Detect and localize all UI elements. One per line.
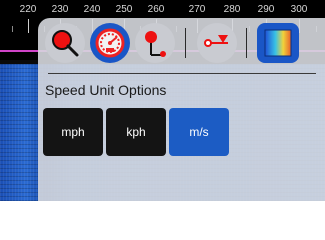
spectrogram-button[interactable]: [257, 23, 299, 63]
toolbar-divider: [185, 28, 186, 58]
panel-toolbar: [38, 18, 325, 72]
speed-unit-title: Speed Unit Options: [45, 82, 167, 98]
axis-tick-label: 220: [19, 4, 37, 15]
axis-tick-label: 250: [115, 4, 133, 15]
axis-tick-label: 230: [51, 4, 69, 15]
unit-ms-button[interactable]: m/s: [169, 108, 229, 156]
unit-mph-button[interactable]: mph: [43, 108, 103, 156]
zoom-button[interactable]: [45, 23, 85, 63]
axis-tick-label: 280: [223, 4, 241, 15]
speedometer-icon: [95, 28, 125, 58]
filter-button[interactable]: [197, 23, 237, 63]
pin-button[interactable]: [135, 23, 175, 63]
axis-minor-tick: [12, 26, 13, 32]
axis-tick-label: 290: [257, 4, 275, 15]
pin-icon: [145, 31, 166, 57]
axis-tick-label: 300: [290, 4, 308, 15]
panel-divider: [48, 73, 316, 74]
axis-major-tick: [28, 19, 29, 33]
app-screen: 220 230 240 250 260 270 280 290 300 Spee…: [0, 0, 325, 201]
toolbar-divider: [246, 28, 247, 58]
axis-tick-label: 240: [83, 4, 101, 15]
axis-tick-label: 270: [188, 4, 206, 15]
filter-funnel-icon: [204, 35, 228, 47]
axis-tick-label: 260: [147, 4, 165, 15]
speed-button[interactable]: [90, 23, 130, 63]
magnifier-icon: [52, 30, 79, 57]
settings-panel: Speed Unit Options mph kph m/s: [38, 18, 325, 201]
unit-kph-button[interactable]: kph: [106, 108, 166, 156]
spectrogram-icon: [264, 29, 292, 57]
